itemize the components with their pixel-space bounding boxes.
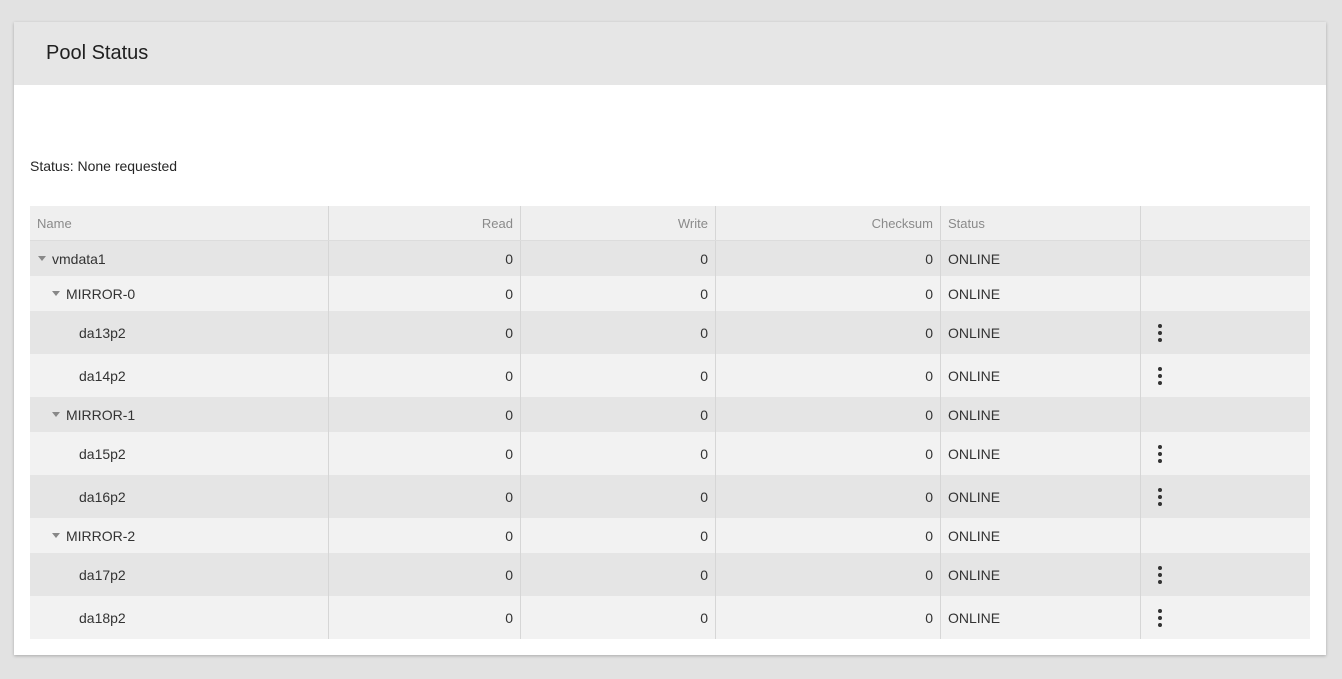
read-cell: 0 <box>329 475 521 518</box>
vdev-name: MIRROR-0 <box>66 285 136 302</box>
caret-down-icon[interactable] <box>38 256 46 261</box>
checksum-cell: 0 <box>716 553 941 596</box>
write-cell: 0 <box>521 241 716 276</box>
actions-cell <box>1141 354 1310 397</box>
vdev-name: MIRROR-1 <box>66 406 136 423</box>
disk-name: da17p2 <box>30 553 329 596</box>
checksum-cell: 0 <box>716 241 941 276</box>
page-title: Pool Status <box>46 42 149 64</box>
checksum-cell: 0 <box>716 397 941 432</box>
pool-name: vmdata1 <box>52 250 106 267</box>
write-cell: 0 <box>521 553 716 596</box>
read-cell: 0 <box>329 354 521 397</box>
status-cell: ONLINE <box>941 596 1141 639</box>
actions-cell <box>1141 397 1310 432</box>
name-cell: MIRROR-0 <box>30 276 329 311</box>
table-row: vmdata1 0 0 0 ONLINE <box>30 241 1310 276</box>
read-cell: 0 <box>329 432 521 475</box>
card-header: Pool Status <box>14 22 1326 85</box>
read-cell: 0 <box>329 276 521 311</box>
status-cell: ONLINE <box>941 518 1141 553</box>
name-cell: vmdata1 <box>30 241 329 276</box>
more-vert-icon[interactable] <box>1152 442 1168 466</box>
disk-name: da14p2 <box>30 354 329 397</box>
actions-cell <box>1141 553 1310 596</box>
actions-cell <box>1141 475 1310 518</box>
write-cell: 0 <box>521 475 716 518</box>
read-cell: 0 <box>329 397 521 432</box>
more-vert-icon[interactable] <box>1152 321 1168 345</box>
actions-cell <box>1141 596 1310 639</box>
more-vert-icon[interactable] <box>1152 606 1168 630</box>
more-vert-icon[interactable] <box>1152 563 1168 587</box>
checksum-cell: 0 <box>716 475 941 518</box>
read-cell: 0 <box>329 311 521 354</box>
actions-cell <box>1141 276 1310 311</box>
column-header-status[interactable]: Status <box>941 206 1141 240</box>
actions-cell <box>1141 432 1310 475</box>
disk-name: da18p2 <box>30 596 329 639</box>
status-cell: ONLINE <box>941 241 1141 276</box>
table-row: da15p2 0 0 0 ONLINE <box>30 432 1310 475</box>
status-cell: ONLINE <box>941 397 1141 432</box>
column-header-actions <box>1141 206 1310 240</box>
column-header-write[interactable]: Write <box>521 206 716 240</box>
write-cell: 0 <box>521 596 716 639</box>
more-vert-icon[interactable] <box>1152 364 1168 388</box>
checksum-cell: 0 <box>716 596 941 639</box>
write-cell: 0 <box>521 354 716 397</box>
disk-name: da13p2 <box>30 311 329 354</box>
write-cell: 0 <box>521 432 716 475</box>
actions-cell <box>1141 311 1310 354</box>
read-cell: 0 <box>329 596 521 639</box>
disk-name: da16p2 <box>30 475 329 518</box>
checksum-cell: 0 <box>716 311 941 354</box>
scrub-status-text: Status: None requested <box>30 158 178 174</box>
table-header: Name Read Write Checksum Status <box>30 206 1310 241</box>
table-row: da17p2 0 0 0 ONLINE <box>30 553 1310 596</box>
status-cell: ONLINE <box>941 432 1141 475</box>
write-cell: 0 <box>521 276 716 311</box>
table-row: MIRROR-2 0 0 0 ONLINE <box>30 518 1310 553</box>
caret-down-icon[interactable] <box>52 291 60 296</box>
actions-cell <box>1141 518 1310 553</box>
status-cell: ONLINE <box>941 311 1141 354</box>
caret-down-icon[interactable] <box>52 412 60 417</box>
status-cell: ONLINE <box>941 276 1141 311</box>
more-vert-icon[interactable] <box>1152 485 1168 509</box>
table-row: da14p2 0 0 0 ONLINE <box>30 354 1310 397</box>
table-row: MIRROR-1 0 0 0 ONLINE <box>30 397 1310 432</box>
status-cell: ONLINE <box>941 553 1141 596</box>
column-header-name[interactable]: Name <box>30 206 329 240</box>
pool-status-table: Name Read Write Checksum Status vmdata1 … <box>30 206 1310 639</box>
checksum-cell: 0 <box>716 518 941 553</box>
pool-status-card: Pool Status Status: None requested Name … <box>14 22 1326 655</box>
write-cell: 0 <box>521 518 716 553</box>
read-cell: 0 <box>329 241 521 276</box>
status-cell: ONLINE <box>941 354 1141 397</box>
write-cell: 0 <box>521 397 716 432</box>
disk-name: da15p2 <box>30 432 329 475</box>
caret-down-icon[interactable] <box>52 533 60 538</box>
checksum-cell: 0 <box>716 432 941 475</box>
status-cell: ONLINE <box>941 475 1141 518</box>
vdev-name: MIRROR-2 <box>66 527 136 544</box>
name-cell: MIRROR-2 <box>30 518 329 553</box>
table-row: da13p2 0 0 0 ONLINE <box>30 311 1310 354</box>
name-cell: MIRROR-1 <box>30 397 329 432</box>
table-row: MIRROR-0 0 0 0 ONLINE <box>30 276 1310 311</box>
table-row: da18p2 0 0 0 ONLINE <box>30 596 1310 639</box>
write-cell: 0 <box>521 311 716 354</box>
actions-cell <box>1141 241 1310 276</box>
table-row: da16p2 0 0 0 ONLINE <box>30 475 1310 518</box>
column-header-checksum[interactable]: Checksum <box>716 206 941 240</box>
read-cell: 0 <box>329 553 521 596</box>
read-cell: 0 <box>329 518 521 553</box>
checksum-cell: 0 <box>716 276 941 311</box>
column-header-read[interactable]: Read <box>329 206 521 240</box>
checksum-cell: 0 <box>716 354 941 397</box>
